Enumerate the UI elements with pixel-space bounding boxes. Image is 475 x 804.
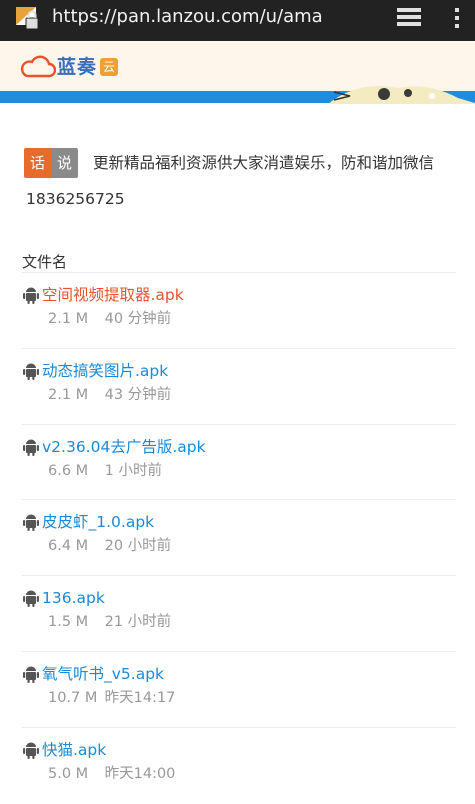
file-meta: 2.1 M 43 分钟前 (48, 385, 171, 405)
file-name-link[interactable]: v2.36.04去广告版.apk (42, 437, 206, 457)
overflow-menu-icon[interactable] (449, 6, 465, 30)
file-time: 1 小时前 (104, 462, 162, 479)
tabs-icon[interactable] (396, 6, 422, 28)
cloud-icon (20, 55, 56, 78)
file-size: 6.4 M (48, 538, 89, 555)
site-logo[interactable]: 蓝奏 云 (18, 54, 119, 80)
file-name-link[interactable]: 快猫.apk (42, 740, 106, 760)
file-size: 1.5 M (48, 614, 89, 631)
file-row[interactable]: v2.36.04去广告版.apk 6.6 M 1 小时前 (22, 425, 456, 501)
file-name-link[interactable]: 皮皮虾_1.0.apk (42, 512, 154, 532)
file-meta: 6.4 M 20 小时前 (48, 536, 171, 556)
file-size: 2.1 M (48, 311, 89, 327)
file-name-link[interactable]: 氧气听书_v5.apk (42, 664, 164, 684)
file-time: 昨天14:17 (104, 689, 176, 706)
android-icon (23, 742, 39, 759)
logo-text: 蓝奏 (57, 56, 98, 78)
notice-text: 更新精品福利资源供大家消遣娱乐，防和谐加微信 (93, 154, 435, 172)
file-meta: 10.7 M 昨天14:17 (48, 688, 175, 708)
file-row[interactable]: 快猫.apk 5.0 M 昨天14:00 (22, 728, 456, 804)
banner-mascot-icon (328, 86, 475, 104)
file-size: 5.0 M (48, 765, 89, 782)
notice-badge-right: 说 (51, 148, 78, 178)
file-meta: 5.0 M 昨天14:00 (48, 764, 175, 784)
file-row[interactable]: 皮皮虾_1.0.apk 6.4 M 20 小时前 (22, 500, 456, 577)
file-time: 43 分钟前 (104, 386, 172, 403)
file-row[interactable]: 动态搞笑图片.apk 2.1 M 43 分钟前 (22, 349, 456, 425)
file-name-link[interactable]: 动态搞笑图片.apk (42, 361, 168, 381)
android-icon (23, 590, 39, 608)
file-time: 21 小时前 (104, 614, 172, 631)
logo-badge: 云 (100, 58, 119, 76)
file-size: 10.7 M (48, 689, 98, 706)
notice-badge-left: 话 (24, 148, 51, 178)
file-name-link[interactable]: 136.apk (42, 588, 105, 608)
android-icon (23, 666, 39, 683)
android-icon (23, 514, 39, 532)
file-size: 2.1 M (48, 386, 89, 403)
file-size: 6.6 M (48, 462, 89, 479)
file-meta: 6.6 M 1 小时前 (48, 461, 162, 481)
notice-badge: 话 说 (24, 148, 78, 178)
file-row[interactable]: 空间视频提取器.apk 2.1 M 40 分钟前 (22, 273, 456, 349)
android-icon (23, 363, 39, 380)
file-time: 20 小时前 (104, 538, 172, 555)
android-icon (23, 439, 39, 456)
file-name-link[interactable]: 空间视频提取器.apk (42, 285, 184, 305)
file-row[interactable]: 氧气听书_v5.apk 10.7 M 昨天14:17 (22, 652, 456, 728)
file-list-header: 文件名 (22, 253, 68, 271)
file-meta: 1.5 M 21 小时前 (48, 612, 171, 632)
notice-wechat-id: 1836256725 (26, 190, 125, 208)
android-icon (23, 287, 39, 304)
file-meta: 2.1 M 40 分钟前 (48, 309, 171, 329)
browser-address-bar[interactable]: https://pan.lanzou.com/u/ama (0, 0, 475, 41)
site-favicon-icon (16, 7, 39, 30)
file-list: 空间视频提取器.apk 2.1 M 40 分钟前 动态搞笑图片.apk 2.1 … (0, 273, 475, 804)
file-row[interactable]: 136.apk 1.5 M 21 小时前 (22, 576, 456, 652)
url-field[interactable]: https://pan.lanzou.com/u/ama (52, 6, 323, 28)
file-time: 40 分钟前 (104, 311, 172, 327)
file-time: 昨天14:00 (104, 765, 176, 782)
